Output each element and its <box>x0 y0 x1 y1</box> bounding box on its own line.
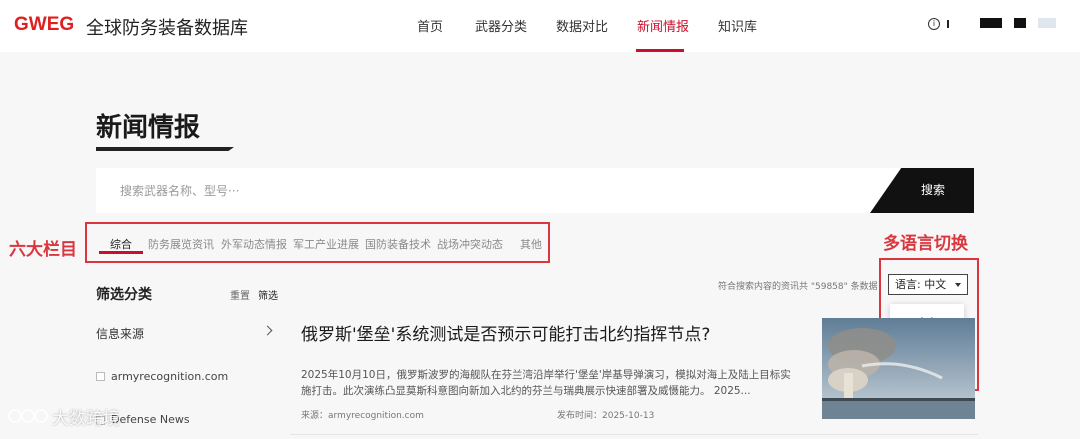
source-filter-toggle[interactable]: 信息来源 <box>96 325 144 342</box>
category-tab-conflict[interactable]: 战场冲突动态 <box>437 236 503 252</box>
source-option[interactable]: armyrecognition.com <box>111 370 228 383</box>
annotation-multilingual: 多语言切换 <box>883 234 968 254</box>
cursor-icon <box>947 20 949 28</box>
watermark-logo-icon <box>8 409 48 423</box>
redacted-block <box>980 18 1002 28</box>
watermark-text: 大数跨境 <box>52 409 120 429</box>
gweg-logo[interactable]: GWEG <box>14 14 74 36</box>
title-underline <box>96 147 234 151</box>
caret-down-icon <box>955 283 961 287</box>
article-divider <box>290 434 978 435</box>
nav-knowledge-base[interactable]: 知识库 <box>718 16 757 35</box>
page-title: 新闻情报 <box>96 113 201 143</box>
category-tab-general[interactable]: 综合 <box>110 236 132 252</box>
source-checkbox[interactable] <box>96 372 105 381</box>
article-thumbnail[interactable] <box>822 318 975 419</box>
category-tab-industry[interactable]: 军工产业进展 <box>293 236 359 252</box>
article-date: 发布时间：2025-10-13 <box>557 411 655 421</box>
filter-apply-button[interactable]: 筛选 <box>258 287 278 302</box>
nav-home[interactable]: 首页 <box>417 16 443 35</box>
article-summary: 2025年10月10日，俄罗斯波罗的海舰队在芬兰湾沿岸举行'堡垒'岸基导弹演习，… <box>301 369 791 397</box>
article-title[interactable]: 俄罗斯'堡垒'系统测试是否预示可能打击北约指挥节点? <box>301 320 710 345</box>
category-active-indicator <box>99 251 143 254</box>
language-label: 语言: <box>895 278 921 291</box>
site-title[interactable]: 全球防务装备数据库 <box>86 14 248 40</box>
nav-data-compare[interactable]: 数据对比 <box>556 16 608 35</box>
top-header: GWEG 全球防务装备数据库 首页 武器分类 数据对比 新闻情报 知识库 i <box>0 0 1080 52</box>
search-input[interactable] <box>96 168 876 213</box>
source-option[interactable]: Defense News <box>111 413 190 426</box>
redacted-block <box>1038 18 1056 28</box>
category-tab-other[interactable]: 其他 <box>520 236 542 252</box>
search-bar: 搜索 <box>96 168 974 213</box>
nav-news-intel[interactable]: 新闻情报 <box>637 16 689 35</box>
filter-title: 筛选分类 <box>96 287 152 303</box>
category-tab-expo[interactable]: 防务展览资讯 <box>148 236 214 252</box>
article-source: 来源：armyrecognition.com <box>301 411 424 421</box>
result-count: 符合搜索内容的资讯共 "59858" 条数据 <box>718 282 878 292</box>
category-tab-foreign-military[interactable]: 外军动态情报 <box>221 236 287 252</box>
nav-weapon-categories[interactable]: 武器分类 <box>475 16 527 35</box>
annotation-six-columns: 六大栏目 <box>9 240 77 260</box>
redacted-block <box>1014 18 1026 28</box>
category-tab-technology[interactable]: 国防装备技术 <box>365 236 431 252</box>
search-button[interactable]: 搜索 <box>870 168 974 213</box>
language-selected: 中文 <box>924 278 947 291</box>
info-icon[interactable]: i <box>928 18 940 30</box>
filter-reset-button[interactable]: 重置 <box>230 287 250 302</box>
language-select[interactable]: 语言: 中文 <box>888 274 968 295</box>
